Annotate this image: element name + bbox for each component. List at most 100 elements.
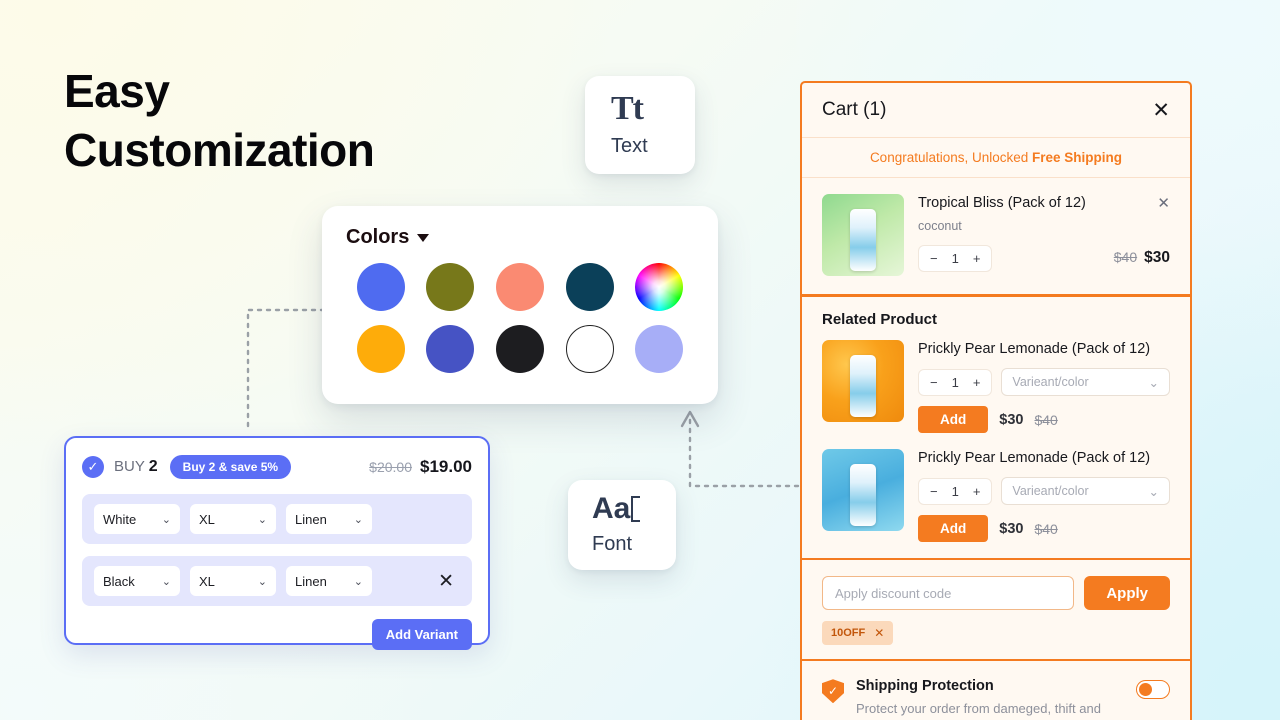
quantity-value: 1 [951, 250, 959, 266]
variant-color-select-1[interactable]: White ⌄ [94, 504, 180, 534]
shipping-protection-toggle[interactable] [1136, 680, 1170, 700]
chevron-down-icon: ⌄ [1148, 375, 1159, 390]
related-price-new: $30 [999, 520, 1024, 537]
related-item-body: Prickly Pear Lemonade (Pack of 12) − 1 +… [918, 449, 1170, 543]
color-swatch-amber[interactable] [356, 325, 405, 373]
bundle-buy-qty: 2 [148, 458, 158, 475]
product-can-graphic [850, 208, 876, 271]
close-icon[interactable]: ✕ [1152, 100, 1170, 121]
color-swatch-white[interactable] [565, 325, 614, 373]
shipping-protection-section: ✓ Shipping Protection Protect your order… [802, 661, 1190, 720]
cart-header: Cart (1) ✕ [802, 83, 1190, 138]
bundle-header: ✓ BUY 2 Buy 2 & save 5% $20.00 $19.00 [82, 452, 472, 482]
cart-line-item: Tropical Bliss (Pack of 12) ✕ coconut − … [802, 178, 1190, 297]
quantity-increase-button[interactable]: + [973, 375, 981, 390]
free-shipping-banner: Congratulations, Unlocked Free Shipping [802, 138, 1190, 178]
cart-title: Cart (1) [822, 99, 887, 120]
related-item-controls: − 1 + Varieant/color ⌄ [918, 477, 1170, 506]
variant-color-value-2: Black [103, 573, 135, 589]
add-variant-button[interactable]: Add Variant [371, 619, 472, 650]
quantity-stepper[interactable]: − 1 + [918, 244, 993, 272]
applied-discount-chip: 10OFF ✕ [822, 621, 894, 646]
discount-code-input[interactable] [822, 576, 1075, 611]
chevron-down-icon: ⌄ [353, 575, 363, 588]
colors-dropdown[interactable]: Colors [346, 226, 694, 249]
connector-right [680, 410, 800, 488]
cart-item-price-new: $30 [1144, 249, 1170, 267]
variant-color-select-2[interactable]: Black ⌄ [94, 566, 180, 596]
cart-item-variant: coconut [918, 218, 962, 233]
cart-item-prices: $40 $30 [1114, 249, 1170, 267]
chevron-down-icon: ⌄ [353, 513, 363, 526]
quantity-increase-button[interactable]: + [973, 484, 981, 499]
bundle-buy-prefix: BUY [114, 458, 145, 475]
variant-dropdown-placeholder: Varieant/color [1012, 484, 1089, 499]
related-price-old: $40 [1034, 520, 1058, 537]
remove-discount-icon[interactable]: ✕ [874, 626, 884, 640]
cart-item-title-row: Tropical Bliss (Pack of 12) ✕ [918, 194, 1170, 213]
quantity-decrease-button[interactable]: − [930, 375, 938, 390]
quantity-increase-button[interactable]: + [973, 251, 981, 266]
variant-size-select-2[interactable]: XL ⌄ [190, 566, 276, 596]
color-swatch-deep-teal[interactable] [565, 263, 614, 311]
variant-color-value-1: White [103, 511, 137, 527]
related-price-new: $30 [999, 411, 1024, 428]
quantity-decrease-button[interactable]: − [930, 484, 938, 499]
quantity-stepper[interactable]: − 1 + [918, 368, 993, 396]
discount-chip-code: 10OFF [831, 627, 866, 640]
variant-size-value-2: XL [199, 573, 215, 589]
product-can-graphic [850, 463, 876, 526]
cart-item-name: Tropical Bliss (Pack of 12) [918, 195, 1086, 211]
color-wheel-icon[interactable] [635, 263, 684, 311]
cart-drawer: Cart (1) ✕ Congratulations, Unlocked Fre… [800, 81, 1192, 720]
variant-color-dropdown[interactable]: Varieant/color ⌄ [1001, 368, 1170, 397]
related-products-title: Related Product [822, 311, 938, 328]
product-thumbnail [822, 340, 904, 422]
chevron-down-icon: ⌄ [1148, 484, 1159, 499]
quantity-stepper[interactable]: − 1 + [918, 477, 993, 505]
cart-item-controls: − 1 + $40 $30 [918, 244, 1170, 272]
color-swatch-salmon[interactable] [495, 263, 544, 311]
check-icon[interactable]: ✓ [82, 456, 104, 478]
font-aa-text: Aa [592, 492, 631, 525]
color-swatch-black[interactable] [495, 325, 544, 373]
colors-title-label: Colors [346, 226, 410, 248]
variant-dropdown-placeholder: Varieant/color [1012, 375, 1089, 390]
add-to-cart-button[interactable]: Add [918, 406, 989, 434]
text-cursor-icon [631, 496, 641, 522]
color-swatch-olive[interactable] [426, 263, 475, 311]
remove-variant-icon[interactable]: ✕ [438, 570, 460, 593]
bundle-price-new: $19.00 [420, 457, 472, 476]
cart-item-body: Tropical Bliss (Pack of 12) ✕ coconut − … [918, 194, 1170, 276]
color-swatch-royal-blue[interactable] [356, 263, 405, 311]
text-tt-icon: Tt [611, 90, 644, 127]
add-to-cart-button[interactable]: Add [918, 515, 989, 543]
variant-size-select-1[interactable]: XL ⌄ [190, 504, 276, 534]
related-products-section: Related Product Prickly Pear Lemonade (P… [802, 297, 1190, 561]
variant-material-value-1: Linen [295, 511, 327, 527]
chevron-down-icon: ⌄ [257, 513, 267, 526]
quantity-decrease-button[interactable]: − [930, 251, 938, 266]
color-swatch-indigo[interactable] [426, 325, 475, 373]
cart-item-price-old: $40 [1113, 249, 1138, 266]
color-swatch-grid [346, 263, 694, 373]
product-can-graphic [850, 354, 876, 417]
bundle-buy-label: BUY 2 [114, 458, 158, 476]
color-swatch-periwinkle[interactable] [635, 325, 684, 373]
variant-material-select-1[interactable]: Linen ⌄ [286, 504, 372, 534]
quantity-value: 1 [951, 483, 959, 499]
variant-color-dropdown[interactable]: Varieant/color ⌄ [1001, 477, 1170, 506]
variant-material-select-2[interactable]: Linen ⌄ [286, 566, 372, 596]
remove-item-icon[interactable]: ✕ [1149, 194, 1170, 212]
related-product-name: Prickly Pear Lemonade (Pack of 12) [918, 450, 1151, 467]
page-title: Easy Customization [64, 62, 375, 180]
font-card-label: Font [592, 533, 633, 555]
shield-check-icon: ✓ [822, 679, 844, 704]
font-feature-card[interactable]: Aa Font [568, 480, 676, 570]
apply-discount-button[interactable]: Apply [1084, 576, 1170, 611]
font-aa-icon: Aa [580, 492, 641, 525]
related-item-controls: − 1 + Varieant/color ⌄ [918, 368, 1170, 397]
free-shipping-highlight: Free Shipping [1032, 150, 1123, 165]
text-feature-card[interactable]: Tt Text [585, 76, 695, 174]
free-shipping-prefix: Congratulations, Unlocked [869, 150, 1033, 165]
